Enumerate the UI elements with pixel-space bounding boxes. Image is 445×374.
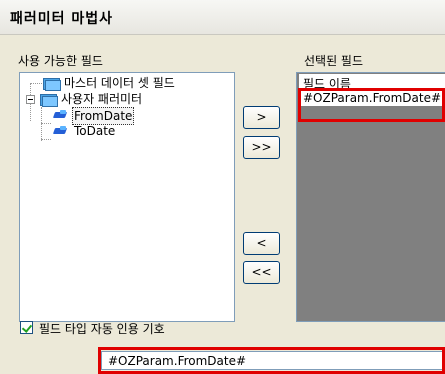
- available-fields-label: 사용 가능한 필드: [18, 54, 103, 68]
- tree-item-label: ToDate: [74, 124, 116, 138]
- available-fields-tree[interactable]: 마스터 데이터 셋 필드 사용자 패러미터 FromDate ToDate: [19, 72, 235, 322]
- collapse-icon[interactable]: [26, 95, 35, 104]
- tree-connector: [41, 139, 51, 140]
- remove-all-fields-button[interactable]: <<: [243, 261, 280, 284]
- check-icon: [21, 322, 33, 333]
- tree-item-master-dataset-fields[interactable]: 마스터 데이터 셋 필드: [42, 75, 177, 91]
- highlight-box: [298, 88, 445, 122]
- tree-connector: [41, 107, 42, 141]
- tree-item-label: 사용자 패러미터: [61, 92, 143, 106]
- tree-connector: [41, 123, 51, 124]
- tree-connector: [30, 83, 42, 84]
- title-bar: 패러미터 마법사: [0, 0, 445, 35]
- highlight-box: [98, 347, 445, 374]
- add-all-fields-button[interactable]: >>: [243, 136, 280, 159]
- parameter-icon: [52, 125, 70, 137]
- tree-item-user-parameters[interactable]: 사용자 패러미터: [39, 91, 144, 107]
- parameter-icon: [52, 109, 70, 121]
- folder-icon: [39, 92, 58, 107]
- remove-field-button[interactable]: <: [243, 232, 280, 255]
- tree-item-fromdate[interactable]: FromDate: [52, 107, 135, 125]
- auto-quote-checkbox[interactable]: [20, 321, 33, 334]
- add-field-button[interactable]: >: [243, 106, 280, 129]
- selected-fields-label: 선택된 필드: [304, 54, 364, 68]
- auto-quote-label: 필드 타입 자동 인용 기호: [39, 322, 165, 336]
- tree-item-label: 마스터 데이터 셋 필드: [64, 76, 175, 90]
- window-title: 패러미터 마법사: [10, 11, 114, 27]
- folder-icon: [42, 76, 61, 91]
- tree-item-todate[interactable]: ToDate: [52, 123, 117, 139]
